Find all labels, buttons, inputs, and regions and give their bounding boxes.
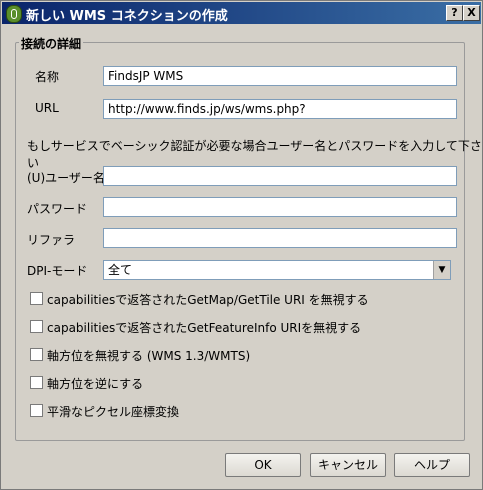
dpi-mode-value: 全て: [108, 263, 133, 277]
help-button[interactable]: ヘルプ: [394, 453, 470, 477]
name-input[interactable]: FindsJP WMS: [103, 66, 457, 86]
url-label: URL: [35, 101, 59, 115]
password-label: パスワード: [27, 202, 88, 216]
referer-label: リファラ: [27, 233, 76, 247]
ignore-getmap-uri-checkbox[interactable]: [30, 292, 43, 305]
cancel-button[interactable]: キャンセル: [310, 453, 386, 477]
username-input[interactable]: [103, 166, 457, 186]
dpi-mode-label: DPI-モード: [27, 264, 88, 278]
invert-axis-orientation-label: 軸方位を逆にする: [47, 377, 144, 391]
ignore-getfeatureinfo-uri-checkbox[interactable]: [30, 320, 43, 333]
close-button[interactable]: X: [463, 5, 480, 21]
qgis-logo-icon: [6, 5, 22, 23]
group-title: 接続の詳細: [19, 35, 84, 52]
chevron-down-icon[interactable]: ▼: [433, 261, 450, 279]
dialog-window: 新しい WMS コネクションの作成 ? X 接続の詳細 名称 FindsJP W…: [0, 0, 483, 490]
ignore-axis-orientation-checkbox[interactable]: [30, 348, 43, 361]
url-input[interactable]: http://www.finds.jp/ws/wms.php?: [103, 99, 457, 119]
ignore-axis-orientation-label: 軸方位を無視する (WMS 1.3/WMTS): [47, 349, 251, 363]
smooth-pixmap-transform-label: 平滑なピクセル座標変換: [47, 405, 180, 419]
smooth-pixmap-transform-checkbox[interactable]: [30, 404, 43, 417]
ignore-getfeatureinfo-uri-label: capabilitiesで返答されたGetFeatureInfo URIを無視す…: [47, 321, 362, 335]
ok-button[interactable]: OK: [225, 453, 301, 477]
password-input[interactable]: [103, 197, 457, 217]
title-bar[interactable]: 新しい WMS コネクションの作成 ? X: [2, 2, 481, 24]
ignore-getmap-uri-label: capabilitiesで返答されたGetMap/GetTile URI を無視…: [47, 293, 369, 307]
referer-input[interactable]: [103, 228, 457, 248]
username-label: (U)ユーザー名: [27, 171, 105, 185]
window-title: 新しい WMS コネクションの作成: [26, 9, 228, 24]
invert-axis-orientation-checkbox[interactable]: [30, 376, 43, 389]
name-label: 名称: [35, 70, 60, 84]
help-title-button[interactable]: ?: [446, 5, 463, 21]
dpi-mode-select[interactable]: 全て ▼: [103, 260, 451, 280]
